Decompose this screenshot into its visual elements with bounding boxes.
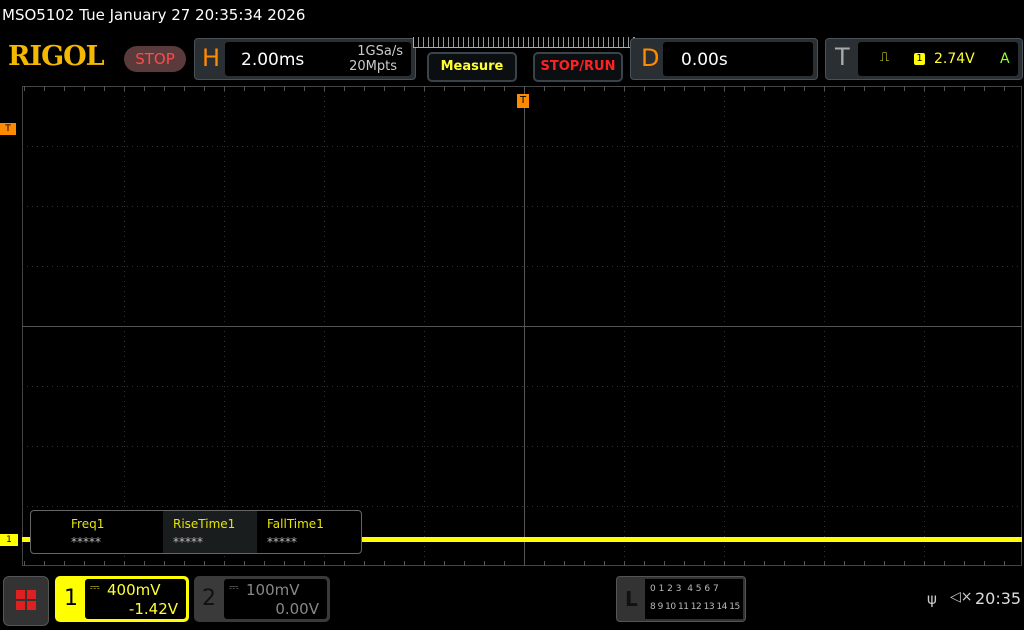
system-clock: 20:35 bbox=[975, 589, 1022, 608]
usb-icon: ψ bbox=[927, 590, 937, 608]
measurement-label: RiseTime1 bbox=[173, 517, 236, 531]
waveform-overview[interactable] bbox=[413, 37, 635, 48]
rising-edge-icon: ⎍ bbox=[880, 50, 890, 65]
delay-value: 0.00s bbox=[681, 50, 728, 70]
measure-button[interactable]: Measure bbox=[427, 52, 517, 82]
trigger-panel[interactable]: T ⎍ 1 2.74V A bbox=[825, 38, 1023, 80]
trigger-letter: T bbox=[835, 43, 850, 71]
channel-scale: 400mV bbox=[107, 581, 161, 599]
logic-panel[interactable]: L 0 1 2 3 4 5 6 7 8 9 10 11 12 13 14 15 bbox=[616, 576, 746, 622]
measurement-item[interactable]: Freq1 ***** bbox=[61, 511, 155, 553]
horizontal-values: 2.00ms 1GSa/s 20Mpts bbox=[225, 42, 411, 76]
measurement-value: ***** bbox=[71, 535, 101, 549]
channel-number: 1 bbox=[64, 586, 78, 611]
menu-button[interactable] bbox=[3, 576, 49, 626]
channel-offset: 0.00V bbox=[275, 600, 319, 618]
delay-values: 0.00s bbox=[663, 42, 813, 76]
delay-panel[interactable]: D 0.00s bbox=[630, 38, 818, 80]
channel-1-panel[interactable]: 1 ⎓ 400mV -1.42V bbox=[55, 576, 189, 622]
measurement-item[interactable]: FallTime1 ***** bbox=[257, 511, 351, 553]
stop-run-button[interactable]: STOP/RUN bbox=[533, 52, 623, 82]
horizontal-panel[interactable]: H 2.00ms 1GSa/s 20Mpts bbox=[194, 38, 416, 80]
grid-menu-icon bbox=[16, 590, 36, 610]
status-title: MSO5102 Tue January 27 20:35:34 2026 bbox=[2, 6, 306, 24]
trigger-mode: A bbox=[1000, 51, 1010, 67]
sample-rate: 1GSa/s bbox=[357, 44, 403, 59]
run-state-badge[interactable]: STOP bbox=[124, 46, 186, 72]
rigol-logo: RIGOL bbox=[8, 41, 105, 72]
logic-letter: L bbox=[625, 587, 638, 611]
logic-channels: 0 1 2 3 4 5 6 7 8 9 10 11 12 13 14 15 bbox=[645, 579, 743, 619]
trigger-source-badge: 1 bbox=[914, 53, 925, 65]
delay-letter: D bbox=[641, 44, 660, 72]
logic-row: 0 1 2 3 4 5 6 7 bbox=[650, 584, 719, 594]
timebase: 2.00ms bbox=[241, 50, 305, 70]
dc-coupling-icon: ⎓ bbox=[90, 580, 100, 594]
trigger-level: 2.74V bbox=[934, 51, 975, 67]
channel-scale: 100mV bbox=[246, 581, 300, 599]
measurement-label: Freq1 bbox=[71, 517, 105, 531]
memory-depth: 20Mpts bbox=[349, 59, 397, 74]
channel-2-panel[interactable]: 2 ⎓ 100mV 0.00V bbox=[194, 576, 330, 622]
channel-values: ⎓ 400mV -1.42V bbox=[85, 579, 186, 619]
ch1-offset-marker[interactable]: 1 bbox=[0, 534, 18, 546]
waveform-grid bbox=[22, 86, 1022, 566]
measurement-panel[interactable]: Freq1 ***** RiseTime1 ***** FallTime1 ***** bbox=[30, 510, 362, 554]
speaker-muted-icon[interactable]: ◁× bbox=[950, 589, 973, 605]
measurement-value: ***** bbox=[173, 535, 203, 549]
logic-row: 8 9 10 11 12 13 14 15 bbox=[650, 602, 740, 612]
channel-values: ⎓ 100mV 0.00V bbox=[224, 579, 327, 619]
trigger-level-marker[interactable]: T bbox=[0, 123, 16, 135]
trigger-position-marker[interactable]: T bbox=[517, 94, 529, 108]
measurement-label: FallTime1 bbox=[267, 517, 324, 531]
dc-coupling-icon: ⎓ bbox=[229, 580, 239, 594]
trigger-values: ⎍ 1 2.74V A bbox=[858, 42, 1018, 76]
channel-number: 2 bbox=[202, 586, 216, 611]
measurement-item[interactable]: RiseTime1 ***** bbox=[163, 511, 257, 553]
channel-offset: -1.42V bbox=[128, 600, 178, 618]
horizontal-letter: H bbox=[202, 44, 221, 72]
measurement-value: ***** bbox=[267, 535, 297, 549]
